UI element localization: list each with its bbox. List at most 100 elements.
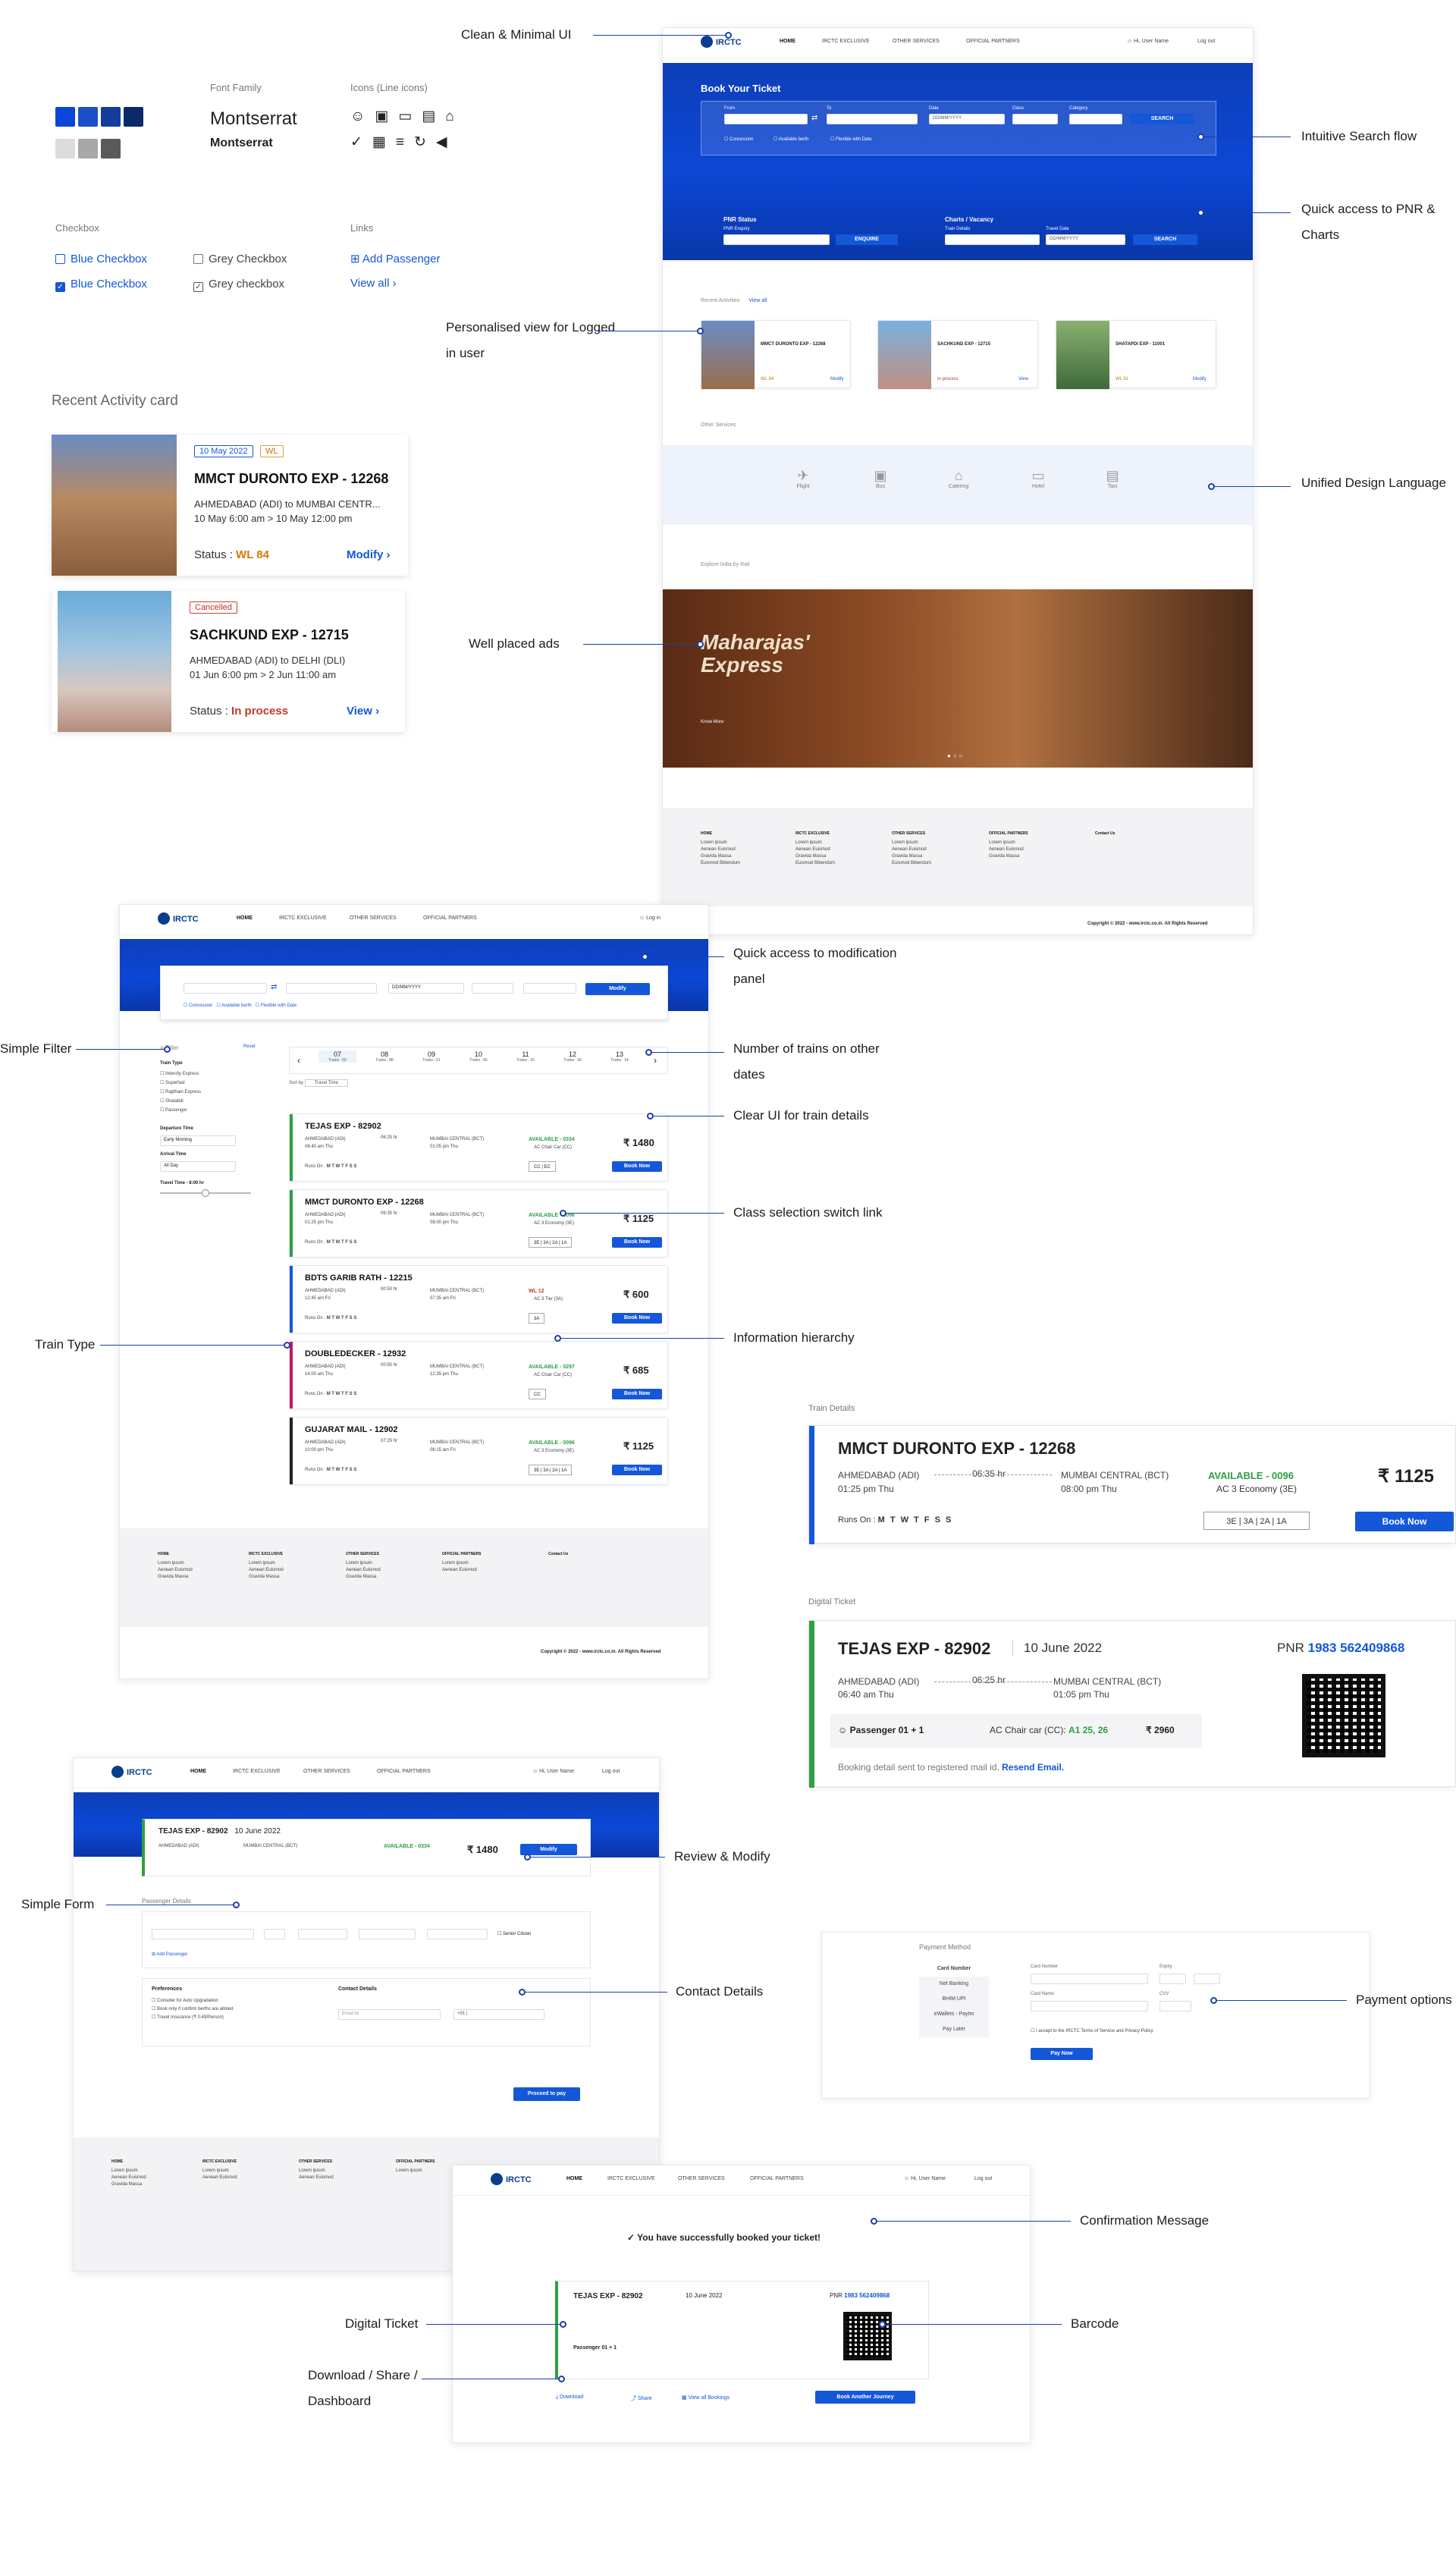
from-input[interactable] xyxy=(724,114,808,124)
add-passenger-link[interactable]: ⊞ Add Passenger xyxy=(350,252,441,265)
nav-services[interactable]: OTHER SERVICES xyxy=(678,2176,725,2181)
nav-home[interactable]: HOME xyxy=(237,915,253,921)
grey-checkbox[interactable]: Grey Checkbox xyxy=(193,253,287,265)
card-name-input[interactable] xyxy=(1031,2001,1148,2011)
option-checkboxes[interactable]: ☐ Concession ☐ Available berth ☐ Flexibl… xyxy=(184,1003,297,1008)
logout-link[interactable]: Log out xyxy=(602,1769,620,1774)
nav-exclusive[interactable]: IRCTC EXCLUSIVE xyxy=(607,2176,655,2181)
date-cell[interactable]: 12 Trains : 18 xyxy=(554,1050,592,1063)
class-selector[interactable]: 3A xyxy=(529,1313,545,1324)
train-type-list[interactable]: ☐ Intercity Express ☐ Superfast ☐ Rajdhani… xyxy=(160,1069,201,1115)
train-card[interactable]: DOUBLEDECKER - 12932 AHMEDABAD (ADI) 14:00… xyxy=(289,1341,668,1409)
date-input[interactable]: DD/MM/YYYY xyxy=(388,983,464,994)
login-link[interactable]: ☺ Log in xyxy=(639,915,661,921)
pref-list[interactable]: ☐ Consider for Auto Upgradation ☐ Book on… xyxy=(152,1997,233,2022)
ad-banner[interactable]: Maharajas' Express Know More ●○○ xyxy=(663,589,1253,768)
irctc-logo[interactable]: IRCTC xyxy=(491,2173,532,2185)
service-flight[interactable]: ✈ Flight xyxy=(784,468,822,489)
recent-card[interactable]: SHATAPDI EXP - 11001 WL 81 Modify xyxy=(1056,320,1216,389)
date-input[interactable]: DD/MM/YYYY xyxy=(929,114,1005,124)
nav-home[interactable]: HOME xyxy=(190,1769,206,1774)
view-bookings-link[interactable]: ▦ View all Bookings xyxy=(682,2395,730,2401)
date-cell[interactable]: 07 Trains : 50 xyxy=(318,1050,356,1063)
class-select[interactable] xyxy=(472,983,513,994)
user-menu[interactable]: ☺ Hi, User Name xyxy=(904,2176,946,2181)
age-input[interactable] xyxy=(264,1929,285,1939)
action-link[interactable]: View xyxy=(1018,377,1028,382)
pnr-input[interactable] xyxy=(723,234,830,245)
irctc-logo[interactable]: IRCTC xyxy=(701,36,742,48)
recent-card[interactable]: SACHKUND EXP - 12715 In process View xyxy=(877,320,1038,389)
logout-link[interactable]: Log out xyxy=(1197,39,1215,44)
train-card[interactable]: GUJARAT MAIL - 12902 AHMEDABAD (ADI) 10:00… xyxy=(289,1417,668,1485)
nav-exclusive[interactable]: IRCTC EXCLUSIVE xyxy=(279,915,327,921)
action-link[interactable]: Modify xyxy=(830,377,844,382)
category-select[interactable] xyxy=(523,983,576,994)
user-menu[interactable]: ☺ Hi, User Name xyxy=(1127,39,1169,44)
flexible-checkbox[interactable]: ☐ Flexible with Date xyxy=(830,137,871,142)
gender-select[interactable] xyxy=(298,1929,347,1939)
recent-card[interactable]: MMCT DURONTO EXP - 12268 WL 84 Modify xyxy=(701,320,851,389)
berth-select[interactable] xyxy=(359,1929,416,1939)
view-link[interactable]: View › xyxy=(347,705,379,718)
modify-link[interactable]: Modify › xyxy=(347,548,391,561)
email-input[interactable]: Email Id xyxy=(338,2009,441,2020)
date-cell[interactable]: 08 Trains : 88 xyxy=(366,1050,403,1063)
arrival-select[interactable]: All Day xyxy=(160,1161,236,1172)
mobile-input[interactable]: +91 | xyxy=(453,2009,544,2020)
name-input[interactable] xyxy=(152,1929,254,1939)
add-passenger-link[interactable]: ⊞ Add Passenger xyxy=(152,1952,187,1957)
resend-link[interactable]: Resend Email. xyxy=(1002,1762,1064,1773)
payment-methods[interactable]: Card Number Net Banking BHIM UPI eWallets -… xyxy=(919,1961,989,2037)
service-catering[interactable]: ⌂ Catering xyxy=(940,468,977,489)
nav-home[interactable]: HOME xyxy=(566,2176,582,2181)
blue-checkbox[interactable]: Blue Checkbox xyxy=(55,253,147,265)
book-now-button[interactable]: Book Now xyxy=(612,1313,662,1324)
book-now-button[interactable]: Book Now xyxy=(612,1389,662,1399)
cvv-input[interactable] xyxy=(1159,2001,1191,2011)
date-cell[interactable]: 13 Trains : 14 xyxy=(601,1050,639,1063)
nav-services[interactable]: OTHER SERVICES xyxy=(350,915,397,921)
nav-services[interactable]: OTHER SERVICES xyxy=(893,39,940,44)
expiry-year[interactable] xyxy=(1194,1974,1220,1984)
departure-select[interactable]: Early Morning xyxy=(160,1135,236,1146)
card-number-input[interactable] xyxy=(1031,1974,1148,1984)
logout-link[interactable]: Log out xyxy=(974,2176,992,2181)
nav-partners[interactable]: OFFICIAL PARTNERS xyxy=(966,39,1020,44)
concession-checkbox[interactable]: ☐ Concession xyxy=(724,137,753,142)
blue-checkbox-checked[interactable]: ✓ Blue Checkbox xyxy=(55,278,147,292)
grey-checkbox-checked[interactable]: ✓ Grey checkbox xyxy=(193,278,284,292)
nav-services[interactable]: OTHER SERVICES xyxy=(303,1769,350,1774)
senior-checkbox[interactable]: ☐ Senior Citizen xyxy=(497,1931,531,1936)
nav-home[interactable]: HOME xyxy=(780,39,795,44)
next-date-icon[interactable]: › xyxy=(654,1055,657,1066)
travel-time-slider[interactable] xyxy=(160,1189,251,1197)
share-link[interactable]: ⤴ Share xyxy=(631,2395,652,2402)
activity-card[interactable]: 10 May 2022 WL MMCT DURONTO EXP - 12268 … xyxy=(52,435,408,576)
agree-checkbox[interactable]: ☐ I accept to the IRCTC Terms of Service… xyxy=(1031,2028,1153,2033)
view-all-link[interactable]: View all › xyxy=(350,277,397,290)
reset-link[interactable]: Reset xyxy=(243,1044,256,1049)
class-selector[interactable]: 3E | 3A | 2A | 1A xyxy=(529,1237,573,1248)
service-hotel[interactable]: ▭ Hotel xyxy=(1019,468,1057,489)
class-selector[interactable]: CC | EC xyxy=(529,1161,556,1172)
ad-cta[interactable]: Know More xyxy=(701,720,723,724)
to-input[interactable] xyxy=(286,983,377,994)
enquire-button[interactable]: ENQUIRE xyxy=(836,234,898,245)
category-select[interactable] xyxy=(1069,114,1122,124)
proceed-button[interactable]: Proceed to pay xyxy=(513,2087,580,2101)
to-input[interactable] xyxy=(827,114,918,124)
service-bus[interactable]: ▣ Bus xyxy=(861,468,899,489)
sort-by[interactable]: Sort by Travel Time xyxy=(289,1079,348,1087)
date-cell[interactable]: 09 Trains : 61 xyxy=(413,1050,450,1063)
meal-select[interactable] xyxy=(427,1929,488,1939)
expiry-month[interactable] xyxy=(1159,1974,1186,1984)
book-another-button[interactable]: Book Another Journey xyxy=(815,2391,915,2404)
modify-button[interactable]: Modify xyxy=(585,983,650,995)
swap-icon[interactable]: ⇄ xyxy=(271,983,277,991)
action-link[interactable]: Modify xyxy=(1193,377,1207,382)
nav-partners[interactable]: OFFICIAL PARTNERS xyxy=(423,915,477,921)
irctc-logo[interactable]: IRCTC xyxy=(111,1766,152,1778)
book-now-button[interactable]: Book Now xyxy=(612,1161,662,1172)
pay-now-button[interactable]: Pay Now xyxy=(1031,2048,1093,2060)
